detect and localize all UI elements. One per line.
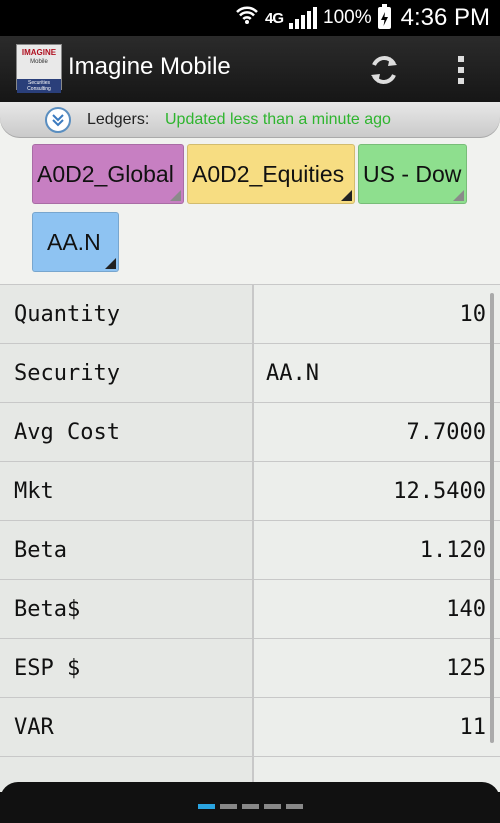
row-value: 11: [459, 715, 487, 740]
details-table[interactable]: Quantity 10 Security AA.N Avg Cost 7.700…: [0, 284, 500, 793]
refresh-button[interactable]: [362, 48, 406, 92]
battery-percent: 100%: [323, 7, 372, 28]
row-label: ESP $: [14, 656, 81, 681]
table-row: Beta 1.120: [0, 521, 500, 580]
scrollbar[interactable]: [490, 293, 494, 743]
table-row: Security AA.N: [0, 344, 500, 403]
row-value: 140: [446, 597, 486, 622]
refresh-icon: [371, 56, 397, 84]
network-type-label: 4G: [264, 9, 284, 27]
row-value: 125: [446, 656, 486, 681]
page-dot[interactable]: [286, 804, 303, 809]
bottom-bar: [0, 782, 500, 823]
overflow-menu-icon[interactable]: [446, 48, 476, 92]
row-label: Beta$: [14, 597, 81, 622]
ledger-bar: Ledgers: Updated less than a minute ago: [0, 102, 500, 138]
clock: 4:36 PM: [400, 4, 490, 31]
expand-ledgers-icon[interactable]: [45, 107, 71, 133]
chip-aa-n[interactable]: AA.N: [32, 212, 119, 272]
chip-a0d2-global[interactable]: A0D2_Global: [32, 144, 184, 204]
table-row: Avg Cost 7.7000: [0, 403, 500, 462]
page-indicator: [198, 804, 303, 809]
row-value: 12.5400: [393, 479, 486, 504]
page-dot[interactable]: [242, 804, 259, 809]
ledgers-status: Updated less than a minute ago: [165, 111, 391, 128]
page-dot[interactable]: [264, 804, 281, 809]
page-dot[interactable]: [220, 804, 237, 809]
battery-icon: [377, 4, 391, 29]
app-title: Imagine Mobile: [68, 53, 231, 80]
action-bar: IMAGINE Mobile Securities Consulting Ima…: [0, 36, 500, 102]
chip-a0d2-equities[interactable]: A0D2_Equities: [187, 144, 355, 204]
ledgers-label: Ledgers:: [87, 111, 150, 128]
row-label: Security: [14, 361, 120, 386]
table-row: ESP $ 125: [0, 639, 500, 698]
table-row: Beta$ 140: [0, 580, 500, 639]
row-label: Avg Cost: [14, 420, 120, 445]
main-content: Ledgers: Updated less than a minute ago …: [0, 102, 500, 793]
row-label: Quantity: [14, 302, 120, 327]
status-bar: 4G 100% 4:36 PM: [0, 0, 500, 36]
row-label: Beta: [14, 538, 67, 563]
chip-us-dow[interactable]: US - Dow: [358, 144, 467, 204]
row-label: Mkt: [14, 479, 54, 504]
page-dot-active[interactable]: [198, 804, 215, 809]
row-value: AA.N: [266, 361, 319, 386]
wifi-icon: [235, 5, 259, 31]
table-row: Mkt 12.5400: [0, 462, 500, 521]
row-value: 10: [459, 302, 487, 327]
row-value: 7.7000: [406, 420, 486, 445]
table-row: VAR 11: [0, 698, 500, 757]
app-logo[interactable]: IMAGINE Mobile Securities Consulting: [16, 44, 62, 93]
row-label: VAR: [14, 715, 54, 740]
signal-icon: [289, 7, 317, 29]
table-row: Quantity 10: [0, 285, 500, 344]
row-value: 1.120: [419, 538, 486, 563]
